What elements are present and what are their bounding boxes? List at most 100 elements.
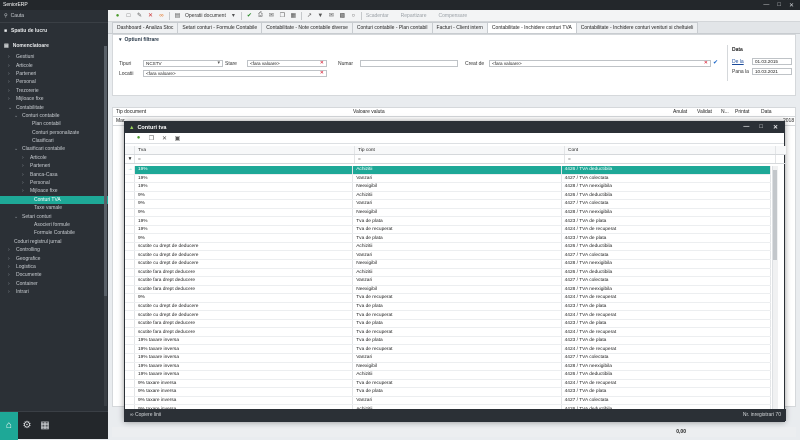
close-icon[interactable]: ✕ bbox=[789, 2, 794, 9]
table-row[interactable]: scutite cu drept de deducere Neexigibil 44… bbox=[125, 260, 771, 269]
filter-header[interactable]: ▾ Optiuni filtrare bbox=[113, 35, 795, 45]
table-row[interactable]: 19% taxare inversa Neexigibil 4428 / TVA n… bbox=[125, 362, 771, 372]
maximize-icon[interactable]: □ bbox=[777, 2, 781, 8]
copy-icon[interactable]: ❐ bbox=[279, 12, 286, 19]
sidebar-item-workspace[interactable]: ■ Spatiu de lucru bbox=[0, 23, 108, 38]
calendar-icon[interactable]: ▦ bbox=[290, 12, 297, 19]
sidebar-item[interactable]: ⌄ Clasificari contabile bbox=[0, 145, 108, 153]
edit-icon[interactable]: ✎ bbox=[136, 12, 143, 19]
pana-la-field[interactable]: 10.03.2021 bbox=[752, 68, 792, 75]
col-tip-cont[interactable]: Tip cont bbox=[355, 146, 565, 154]
filter-icon[interactable]: ▼ bbox=[317, 12, 324, 19]
col-valoare-valuta[interactable]: Valoare valuta bbox=[353, 109, 673, 115]
grid-scroll-thumb[interactable] bbox=[773, 170, 777, 260]
tab[interactable]: Conturi contabile - Plan contabil bbox=[351, 22, 433, 33]
close-icon[interactable]: ✕ bbox=[773, 124, 778, 131]
sidebar-search[interactable]: ⚲ Cauta bbox=[0, 10, 108, 23]
tip-cont-filter-input[interactable]: = bbox=[355, 155, 565, 163]
col-validat[interactable]: Validat bbox=[697, 109, 721, 115]
tipuri-field[interactable]: NCSTV ▾ bbox=[143, 60, 223, 67]
col-tva[interactable]: Tva bbox=[135, 146, 355, 154]
sidebar-item[interactable]: ⌄ Setari conturi bbox=[0, 212, 108, 220]
maximize-icon[interactable]: □ bbox=[759, 124, 763, 131]
tab[interactable]: Contabilitate - Inchidere conturi venitu… bbox=[575, 22, 699, 33]
table-row[interactable]: → 19% Achizitii 4426 / TVA deductibila bbox=[125, 166, 771, 175]
table-row[interactable]: 9% taxare inversa Vanzari 4427 / TVA colec… bbox=[125, 396, 771, 406]
table-row[interactable]: scutite fara drept deducere Achizitii 4426… bbox=[125, 268, 771, 278]
col-anulat[interactable]: Anulat bbox=[673, 109, 697, 115]
refresh-icon[interactable]: ● bbox=[114, 12, 121, 19]
delete-icon[interactable]: ✕ bbox=[161, 135, 168, 142]
sidebar-item[interactable]: Conturi personalizate bbox=[0, 129, 108, 137]
sidebar-item[interactable]: ⌄ Conturi contabile bbox=[0, 112, 108, 120]
table-row[interactable]: scutite fara drept deducere Neexigibil 442… bbox=[125, 285, 771, 295]
col-tip-document[interactable]: Tip document bbox=[113, 109, 353, 115]
table-row[interactable]: scutite cu drept de deducere Tva de recup… bbox=[125, 311, 771, 320]
table-row[interactable]: 19% Neexigibil 4428 / TVA neexigibila bbox=[125, 183, 771, 192]
table-row[interactable]: 9% taxare inversa Tva de plata 4423 / TVA … bbox=[125, 388, 771, 397]
minimize-icon[interactable]: — bbox=[743, 124, 749, 131]
refresh-icon[interactable]: ● bbox=[135, 135, 142, 142]
table-row[interactable]: 19% taxare inversa Vanzari 4427 / TVA cole… bbox=[125, 354, 771, 363]
sidebar-item[interactable]: › Intrari bbox=[0, 288, 108, 296]
tab[interactable]: Dashboard - Analiza Stoc bbox=[112, 22, 179, 33]
sidebar-item[interactable]: Formule Contabile bbox=[0, 229, 108, 237]
col-cont[interactable]: Cont bbox=[565, 146, 776, 154]
clear-icon[interactable]: ✕ bbox=[320, 61, 324, 66]
clear-icon[interactable]: ✕ bbox=[320, 71, 324, 76]
operatii-document-button[interactable]: Operatii document bbox=[185, 13, 226, 19]
table-row[interactable]: 9% Achizitii 4426 / TVA deductibila bbox=[125, 191, 771, 201]
tab[interactable]: Contabilitate - Note contabile diverse bbox=[261, 22, 353, 33]
chart-icon[interactable]: ▩ bbox=[339, 12, 346, 19]
table-row[interactable]: scutite cu drept de deducere Achizitii 442… bbox=[125, 242, 771, 252]
mail-icon[interactable]: ✉ bbox=[328, 12, 335, 19]
collapse-icon[interactable]: ▾ bbox=[119, 37, 122, 43]
table-row[interactable]: scutite cu drept de deducere Tva de plata… bbox=[125, 302, 771, 312]
table-row[interactable]: 19% taxare inversa Achizitii 4426 / TVA de… bbox=[125, 371, 771, 380]
col-data[interactable]: Data bbox=[761, 109, 791, 115]
creat-de-field[interactable]: <fara valoare> ✕ bbox=[489, 60, 711, 67]
compensare-button[interactable]: Compensare bbox=[439, 13, 468, 19]
filter-icon[interactable]: ▼ bbox=[125, 155, 135, 163]
export-icon[interactable]: ↗ bbox=[306, 12, 313, 19]
de-la-label[interactable]: De la bbox=[732, 59, 744, 65]
sidebar-item[interactable]: › Documente bbox=[0, 271, 108, 279]
sidebar-item[interactable]: Plan contabil bbox=[0, 120, 108, 128]
sidebar-item[interactable]: ⌄ Contabilitate bbox=[0, 103, 108, 111]
sidebar-item[interactable]: Coduri registrul jurnal bbox=[0, 238, 108, 246]
de-la-field[interactable]: 01.03.2015 bbox=[752, 58, 792, 65]
table-row[interactable]: scutite fara drept deducere Vanzari 4427 /… bbox=[125, 277, 771, 286]
sidebar-item[interactable]: › Logistica bbox=[0, 263, 108, 271]
copy-icon[interactable]: ❐ bbox=[148, 135, 155, 142]
col-n[interactable]: N... bbox=[721, 109, 735, 115]
search-input[interactable]: Cauta bbox=[11, 13, 24, 19]
settings-icon[interactable]: ⚙ bbox=[18, 412, 36, 440]
table-row[interactable]: 9% Tva de recuperat 4424 / TVA de recupera… bbox=[125, 294, 771, 303]
scadentar-button[interactable]: Scadentar bbox=[366, 13, 389, 19]
sidebar-item[interactable]: Taxe vamale bbox=[0, 204, 108, 212]
table-row[interactable]: scutite cu drept de deducere Vanzari 4427 … bbox=[125, 251, 771, 261]
validate-icon[interactable]: ✔ bbox=[246, 12, 253, 19]
sidebar-item[interactable]: Conturi TVA bbox=[0, 195, 108, 205]
chevron-down-icon[interactable]: ▾ bbox=[230, 12, 237, 19]
sidebar-item[interactable]: › Mijloace fixe bbox=[0, 95, 108, 103]
sidebar-item[interactable]: Asocieri formule bbox=[0, 221, 108, 229]
grid-icon[interactable]: ▦ bbox=[36, 412, 54, 440]
table-row[interactable]: 19% taxare inversa Tva de plata 4423 / TVA… bbox=[125, 336, 771, 346]
numar-field[interactable] bbox=[360, 60, 458, 67]
sidebar-item[interactable]: › Gestiuni bbox=[0, 53, 108, 61]
tab[interactable]: Facturi - Client intern bbox=[431, 22, 488, 33]
tab[interactable]: Contabilitate - Inchidere conturi TVA bbox=[486, 22, 577, 33]
home-icon[interactable]: ⌂ bbox=[0, 411, 18, 440]
sidebar-item-nomenclatoare[interactable]: ▤ Nomenclatoare bbox=[0, 38, 108, 53]
table-row[interactable]: 9% Neexigibil 4428 / TVA neexigibila bbox=[125, 208, 771, 218]
sidebar-item[interactable]: › Parteneri bbox=[0, 162, 108, 170]
table-row[interactable]: 9% Tva de plata 4423 / TVA de plata bbox=[125, 234, 771, 243]
sidebar-item[interactable]: › Trezorerie bbox=[0, 87, 108, 95]
table-row[interactable]: 9% taxare inversa Tva de recuperat 4424 / … bbox=[125, 379, 771, 389]
stare-field[interactable]: <fara valoare> ✕ bbox=[247, 60, 327, 67]
link-icon[interactable]: ∞ bbox=[158, 12, 165, 19]
tab[interactable]: Setari conturi - Formule Contabile bbox=[177, 22, 263, 33]
table-row[interactable]: scutite fara drept deducere Tva de recupe… bbox=[125, 328, 771, 337]
print-icon[interactable]: ⎙ bbox=[257, 12, 264, 19]
